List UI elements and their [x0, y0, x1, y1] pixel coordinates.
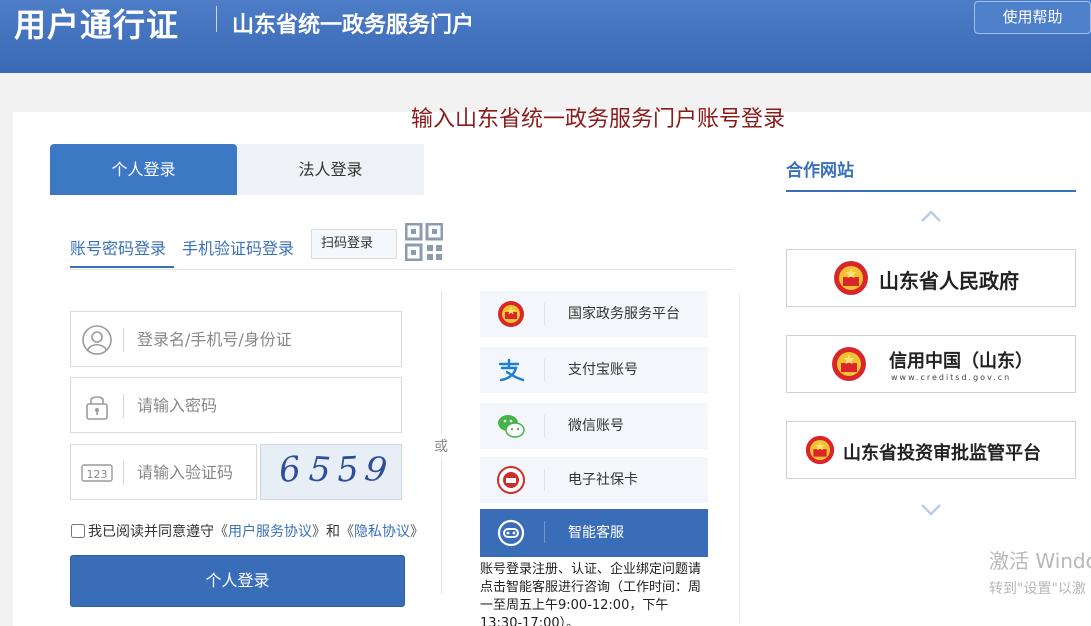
subtab-password-login[interactable]: 账号密码登录: [70, 235, 166, 259]
alt-login-social-security-card[interactable]: 电子社保卡: [480, 457, 708, 503]
agree-checkbox[interactable]: [71, 524, 85, 538]
alt-login-divider: [544, 415, 545, 437]
alt-login-divider: [544, 469, 545, 491]
field-divider: [123, 461, 124, 485]
partner-credit-china-shandong[interactable]: 信用中国（山东） www.creditsd.gov.cn: [786, 335, 1076, 393]
alt-login-label: 微信账号: [568, 418, 624, 434]
captcha-digit: 6: [276, 448, 303, 492]
username-input[interactable]: [137, 312, 397, 366]
alt-login-smart-service[interactable]: 智能客服: [480, 509, 708, 557]
username-field-box: [70, 311, 402, 367]
user-agreement-link[interactable]: 用户服务协议: [228, 524, 312, 540]
password-input[interactable]: [137, 378, 397, 432]
social-security-card-icon: [497, 466, 525, 494]
page-title: 输入山东省统一政务服务门户账号登录: [410, 107, 785, 132]
user-icon: [82, 325, 112, 355]
alipay-icon: [498, 358, 525, 382]
password-field-box: [70, 377, 402, 433]
partner-name: 信用中国（山东）: [889, 351, 1033, 372]
tab-corporate-login[interactable]: 法人登录: [237, 144, 424, 195]
partner-name: 山东省人民政府: [879, 269, 1019, 293]
national-emblem-icon: [498, 301, 524, 327]
quote-close: 》: [410, 524, 424, 540]
national-emblem-icon: [834, 261, 868, 295]
robot-service-icon: [497, 519, 525, 547]
lock-icon: [86, 396, 108, 420]
vertical-divider: [739, 292, 740, 622]
field-divider: [123, 394, 124, 418]
agree-text: 我已阅读并同意遵守: [88, 524, 214, 540]
subtab-active-indicator: [70, 266, 174, 268]
captcha-icon-text: 123: [87, 468, 108, 481]
national-emblem-icon: [805, 435, 835, 465]
captcha-123-icon: 123: [81, 464, 113, 482]
watermark-line1: 激活 Windo: [989, 549, 1091, 573]
privacy-policy-link[interactable]: 隐私协议: [354, 524, 410, 540]
quote-close: 》: [312, 524, 326, 540]
windows-activation-watermark: 激活 Windo 转到"设置"以激: [989, 545, 1091, 598]
help-button[interactable]: 使用帮助: [974, 1, 1091, 34]
portal-name: 山东省统一政务服务门户: [232, 13, 475, 38]
agreement-row: 我已阅读并同意遵守《用户服务协议》和《隐私协议》: [71, 521, 424, 541]
partner-sites-underline: [786, 190, 1076, 192]
alt-login-label: 电子社保卡: [568, 472, 638, 488]
quote-open: 《: [214, 524, 228, 540]
captcha-field-box: 123: [70, 444, 257, 500]
captcha-digit: 5: [335, 449, 360, 491]
national-emblem-icon: [832, 347, 866, 381]
watermark-line2: 转到"设置"以激: [989, 581, 1086, 597]
alt-login-divider: [544, 521, 545, 543]
field-divider: [123, 328, 124, 352]
captcha-image[interactable]: 6 5 5 9: [260, 444, 402, 500]
wechat-icon: [498, 415, 525, 438]
partner-name: 山东省投资审批监管平台: [843, 443, 1041, 464]
captcha-digit: 5: [307, 449, 333, 491]
chevron-down-icon[interactable]: [918, 502, 944, 518]
partner-url: www.creditsd.gov.cn: [891, 373, 1012, 382]
alt-login-label: 支付宝账号: [568, 362, 638, 378]
alt-login-label: 国家政务服务平台: [568, 306, 680, 322]
alt-login-alipay[interactable]: 支付宝账号: [480, 347, 708, 393]
or-label: 或: [434, 434, 448, 458]
alt-login-label: 智能客服: [568, 525, 624, 541]
and-text: 和: [326, 524, 340, 540]
subtab-divider: [70, 269, 734, 270]
scan-login-button[interactable]: 扫码登录: [311, 229, 397, 259]
alt-login-divider: [544, 303, 545, 325]
chevron-up-icon[interactable]: [918, 208, 944, 224]
tab-personal-login[interactable]: 个人登录: [50, 144, 237, 195]
qr-code-icon[interactable]: [405, 223, 443, 261]
cut-off-text: [70, 621, 260, 626]
header-bar: 用户通行证 山东省统一政务服务门户 使用帮助: [0, 0, 1091, 73]
brand-title: 用户通行证: [14, 6, 180, 44]
partner-investment-approval-platform[interactable]: 山东省投资审批监管平台: [786, 421, 1076, 479]
alt-login-divider: [544, 359, 545, 381]
partner-shandong-government[interactable]: 山东省人民政府: [786, 249, 1076, 307]
captcha-input[interactable]: [137, 445, 255, 499]
brand-divider: [216, 6, 217, 32]
quote-open: 《: [340, 524, 354, 540]
captcha-digit: 9: [362, 448, 390, 492]
partner-sites-title: 合作网站: [786, 161, 854, 181]
alt-login-national-platform[interactable]: 国家政务服务平台: [480, 291, 708, 337]
personal-login-button[interactable]: 个人登录: [70, 555, 405, 607]
service-hours-note: 账号登录注册、认证、企业绑定问题请点击智能客服进行咨询（工作时间：周一至周五上午…: [480, 562, 702, 626]
subtab-sms-login[interactable]: 手机验证码登录: [182, 235, 294, 259]
alt-login-wechat[interactable]: 微信账号: [480, 403, 708, 449]
